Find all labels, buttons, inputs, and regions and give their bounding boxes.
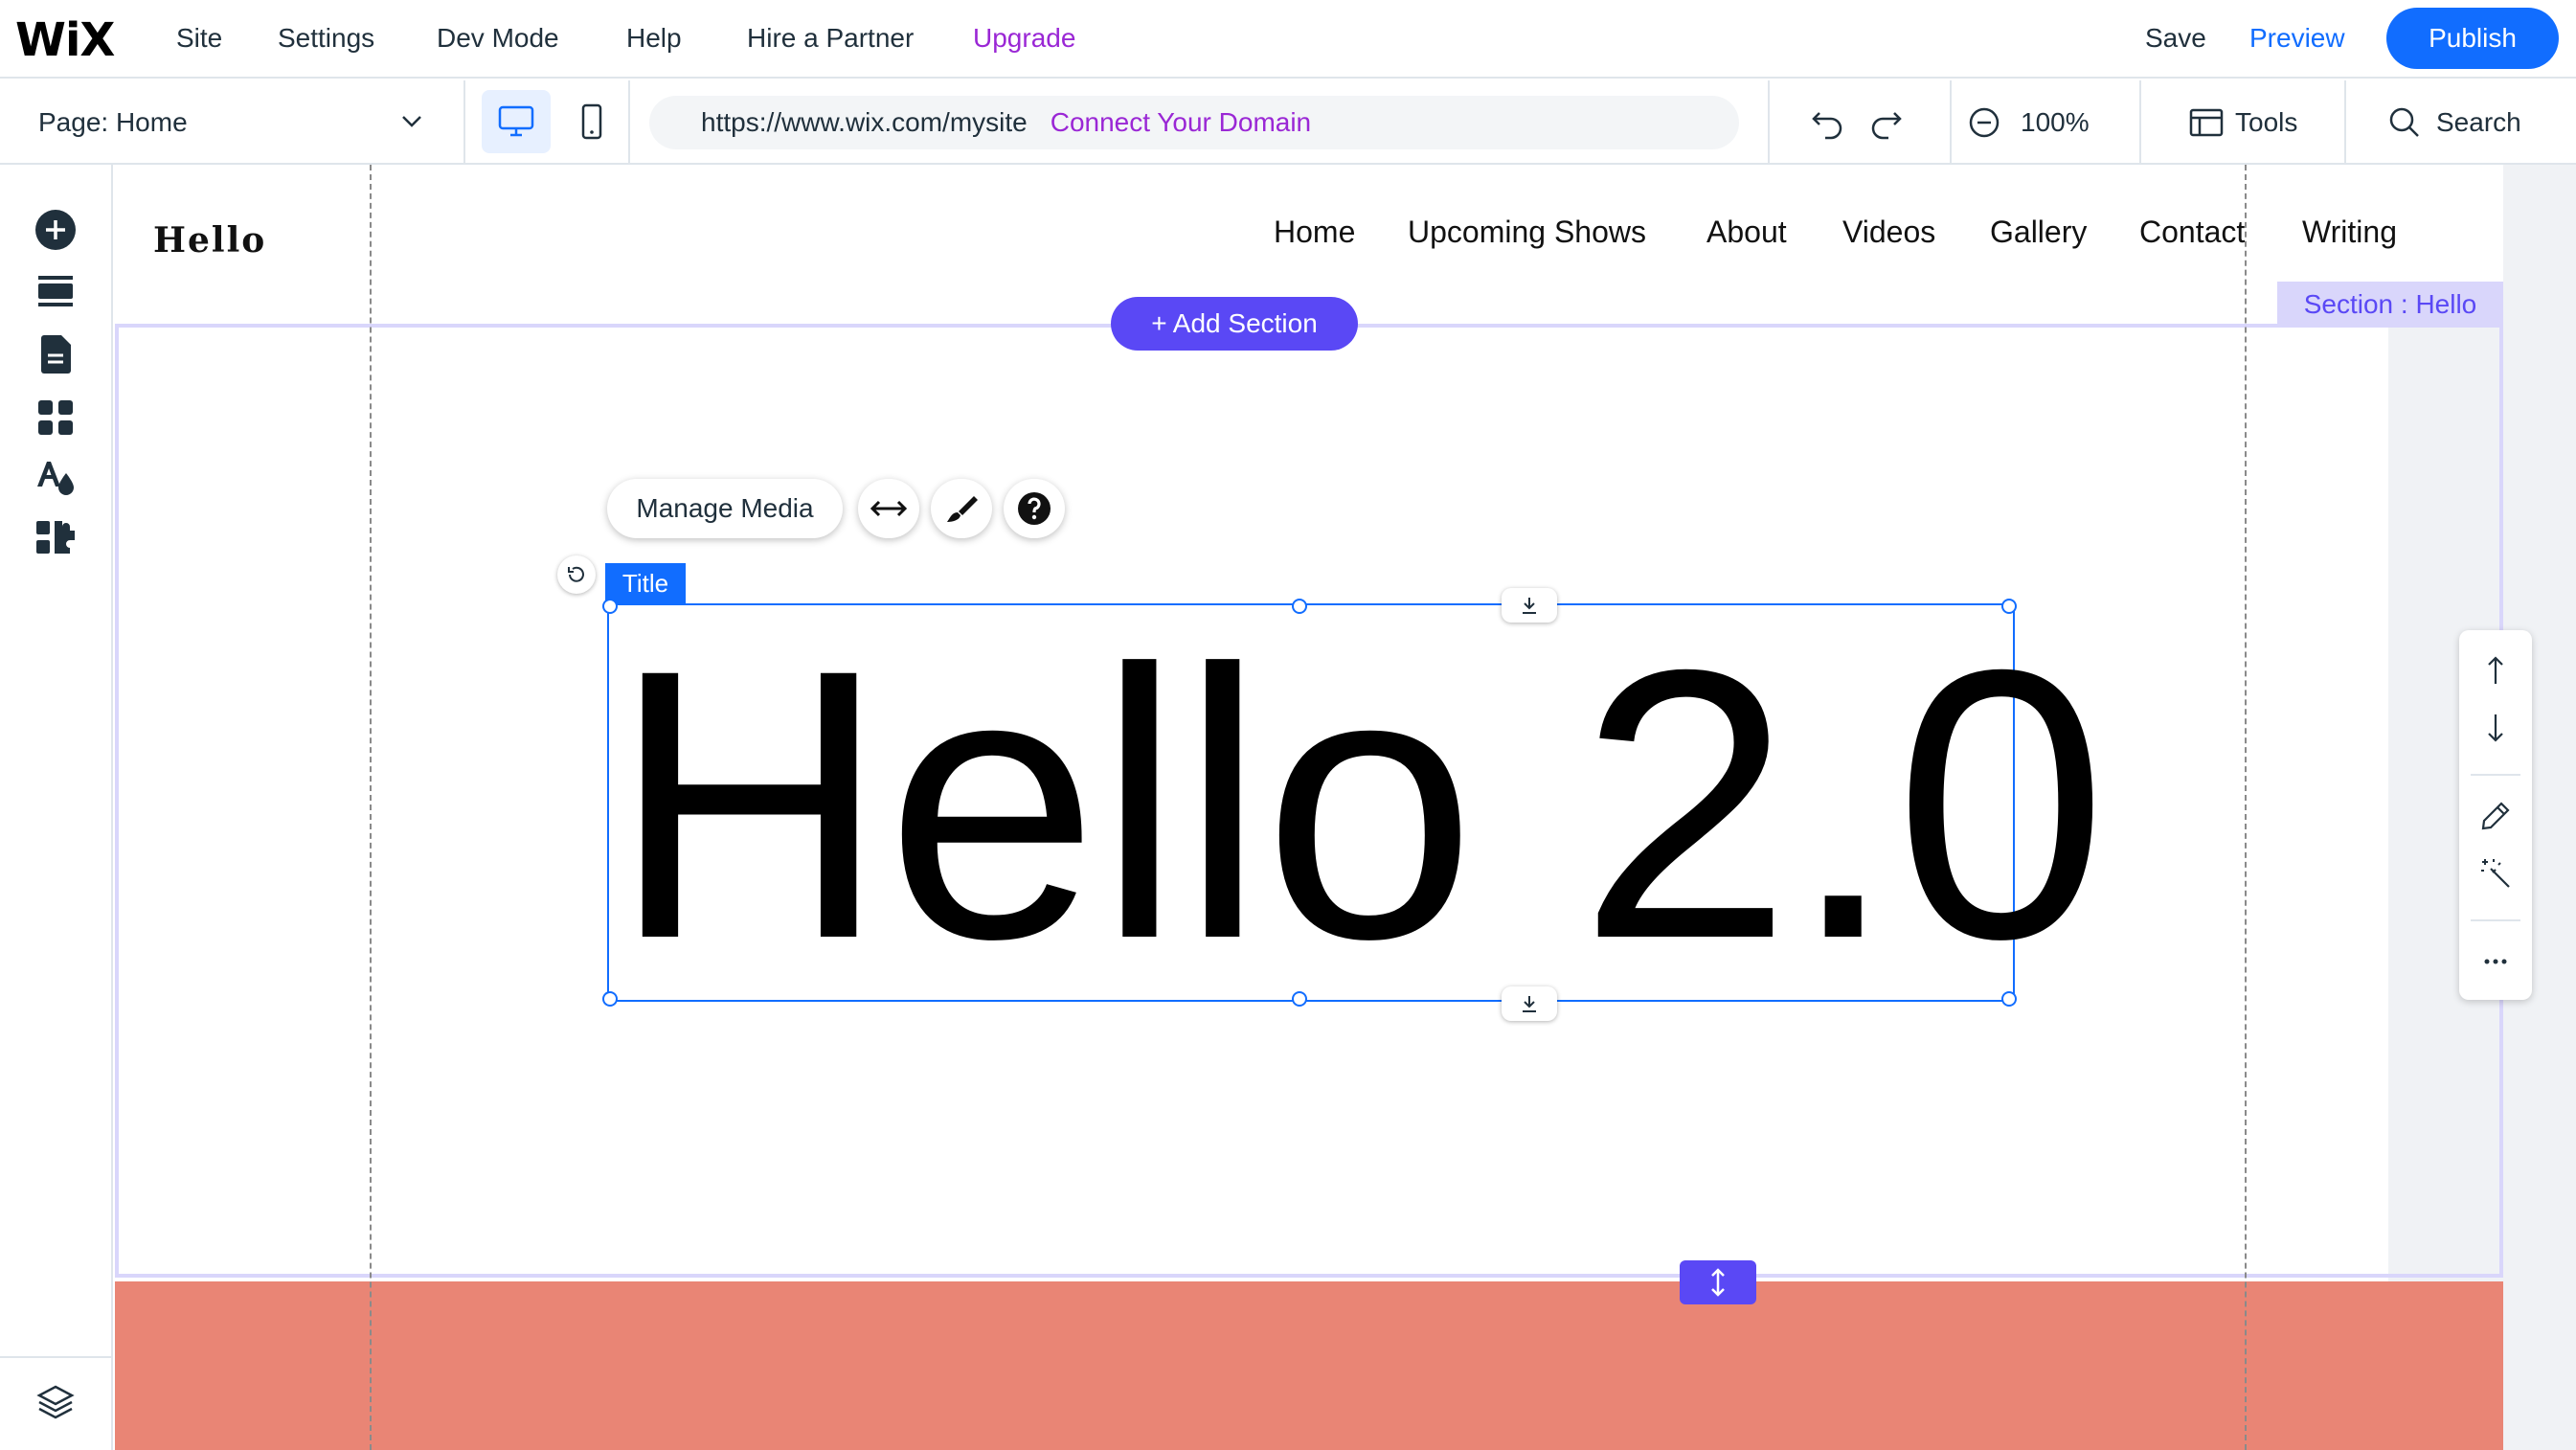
redo-icon[interactable] [1867,103,1906,142]
manage-media-button[interactable]: Manage Media [607,479,843,538]
brush-icon [947,496,978,522]
arrow-up-icon [2488,656,2503,684]
menu-dev-mode[interactable]: Dev Mode [437,0,559,77]
url-bar[interactable]: https://www.wix.com/mysite Connect Your … [649,96,1739,149]
editor-toolbar: Page: Home https://www.wix.com/mysite Co… [0,80,2576,165]
desktop-view-button[interactable] [482,90,551,153]
search-icon [2389,107,2419,137]
resize-handle-top[interactable] [1292,599,1307,614]
menu-settings[interactable]: Settings [278,0,374,77]
page-select[interactable]: Page: Home [38,80,188,165]
download-icon [1523,598,1536,614]
footer-section[interactable] [115,1281,2503,1450]
search-button[interactable]: Search [2388,80,2521,165]
section-side-toolbar [2459,630,2532,1000]
search-label: Search [2436,107,2521,137]
stretch-button[interactable] [858,479,919,538]
left-panel [0,165,113,1450]
arrow-down-icon [2488,714,2503,742]
top-bar: WiX Site Settings Dev Mode Help Hire a P… [0,0,2576,79]
resize-handle-bottom-right[interactable] [2001,991,2017,1007]
sections-icon[interactable] [34,270,77,312]
menu-site[interactable]: Site [176,0,222,77]
tools-icon [2189,108,2224,137]
pen-icon [2481,802,2510,830]
more-actions-button[interactable] [2459,935,2532,988]
nav-contact[interactable]: Contact [2139,215,2245,250]
zoom-level[interactable]: 100% [2021,80,2090,165]
section-label[interactable]: Section : Hello [2277,282,2503,328]
apps-icon[interactable] [34,396,77,439]
section-resize-handle[interactable] [1680,1260,1756,1304]
help-icon [1018,492,1051,525]
rotate-icon [568,566,584,582]
mobile-icon [581,103,602,140]
grid-guide-left [370,165,372,1450]
move-up-button[interactable] [2459,644,2532,697]
tools-label: Tools [2235,107,2298,137]
resize-handle-top-left[interactable] [602,599,618,614]
nav-about[interactable]: About [1706,215,1787,250]
mobile-view-button[interactable] [573,90,611,153]
tools-button[interactable]: Tools [2189,80,2297,165]
site-url: https://www.wix.com/mysite [701,107,1028,137]
download-icon [1523,996,1536,1012]
wix-logo[interactable]: WiX [15,13,115,67]
site-logo[interactable]: Hello [153,220,266,261]
more-icon [2484,959,2507,964]
business-apps-icon[interactable] [34,515,77,557]
pages-icon[interactable] [34,333,77,375]
menu-upgrade[interactable]: Upgrade [973,0,1075,77]
desktop-icon [498,105,534,137]
nav-writing[interactable]: Writing [2302,215,2397,250]
menu-hire-partner[interactable]: Hire a Partner [747,0,914,77]
ai-magic-button[interactable] [2459,847,2532,900]
nav-home[interactable]: Home [1274,215,1355,250]
undo-icon[interactable] [1808,103,1846,142]
zoom-out-icon[interactable] [1967,105,2001,140]
title-text[interactable]: Hello 2.0 [611,613,2108,996]
connect-domain-link[interactable]: Connect Your Domain [1051,107,1311,138]
nav-videos[interactable]: Videos [1842,215,1935,250]
bottom-anchor-handle[interactable] [1502,986,1557,1021]
save-button[interactable]: Save [2145,0,2206,77]
design-button[interactable] [931,479,992,538]
add-elements-icon[interactable] [34,209,77,251]
top-anchor-handle[interactable] [1502,588,1557,623]
magic-wand-icon [2481,859,2510,888]
resize-handle-top-right[interactable] [2001,599,2017,614]
rotate-handle[interactable] [557,555,596,594]
resize-handle-bottom-left[interactable] [602,991,618,1007]
nav-upcoming-shows[interactable]: Upcoming Shows [1408,215,1646,250]
nav-gallery[interactable]: Gallery [1990,215,2087,250]
grid-guide-right [2245,165,2247,1450]
stretch-arrows-icon [870,500,908,517]
add-section-button[interactable]: + Add Section [1111,297,1358,351]
preview-button[interactable]: Preview [2249,0,2345,77]
chevron-down-icon[interactable] [398,107,425,134]
layers-icon[interactable] [34,1381,77,1423]
help-button[interactable] [1004,479,1065,538]
resize-handle-bottom[interactable] [1292,991,1307,1007]
site-design-icon[interactable] [34,456,77,498]
publish-button[interactable]: Publish [2386,8,2559,69]
vertical-arrows-icon [1711,1268,1725,1297]
edit-section-button[interactable] [2459,789,2532,843]
move-down-button[interactable] [2459,701,2532,755]
menu-help[interactable]: Help [626,0,682,77]
